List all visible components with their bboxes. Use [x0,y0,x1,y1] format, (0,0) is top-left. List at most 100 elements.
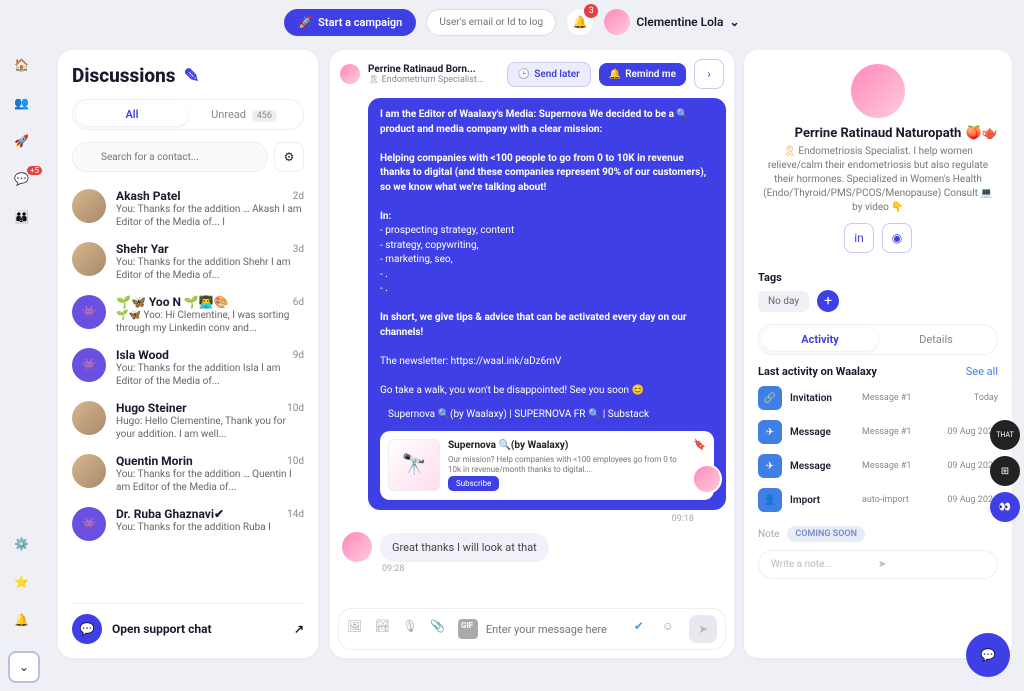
emoji-icon[interactable]: ☺ [662,619,682,639]
compose-icon[interactable]: ✎ [184,64,200,87]
remind-me-button[interactable]: 🔔 Remind me [599,63,686,86]
tab-activity[interactable]: Activity [762,328,878,351]
avatar: 👾 [72,348,106,382]
chevron-down-icon: ⌄ [729,15,739,29]
message-out: I am the Editor of Waalaxy's Media: Supe… [368,98,726,510]
activity-msg: Message #1 [862,461,939,471]
attach-icon[interactable]: 📎 [430,619,450,639]
conv-snippet: You: Thanks for the addition … Quentin I… [116,468,304,493]
tag-chip[interactable]: No day [758,291,809,312]
filter-button[interactable]: ⚙ [274,142,304,172]
alien-icon: 👾 [82,305,97,319]
top-search-input[interactable] [426,9,556,36]
send-later-button[interactable]: 🕒 Send later [507,62,591,87]
chat-icon: 💬 [981,648,996,662]
gif-icon[interactable]: GIF [458,619,478,639]
conv-name: 🌱🦋 Yoo N 🌱👨‍💻🎨 [116,295,229,309]
conv-snippet: You: Thanks for the addition Ruba I [116,521,304,534]
nav-home-icon[interactable]: 🏠 [14,58,34,78]
dock-eyes-icon[interactable]: 👀 [990,492,1020,522]
conv-time: 2d [293,191,304,202]
avatar [72,242,106,276]
conv-name: Hugo Steiner [116,401,187,415]
send-button[interactable]: ➤ [689,615,717,643]
link-card-desc: Our mission? Help companies with <100 em… [448,455,686,474]
activity-type: Message [790,461,854,472]
conversation-item[interactable]: Quentin Morin 10dYou: Thanks for the addi… [72,447,304,500]
link-card[interactable]: 🔭 Supernova 🔍(by Waalaxy) Our mission? H… [380,431,714,500]
see-all-link[interactable]: See all [966,365,998,378]
discussions-heading: Discussions ✎ [72,64,304,87]
tab-all[interactable]: All [76,103,188,126]
message-composer: 🖼 🏞 🎙 📎 GIF ✔ ☺ ➤ [338,608,726,650]
nav-star-icon[interactable]: ⭐ [14,575,34,595]
avatar: 👾 [72,507,106,541]
activity-type: Import [790,495,854,506]
start-campaign-button[interactable]: 🚀 Start a campaign [284,9,416,36]
notification-badge: 3 [584,4,598,18]
activity-msg: Message #1 [862,427,939,437]
nav-alerts-icon[interactable]: 🔔 [14,613,34,633]
activity-date: Today [974,393,998,403]
conv-name: Akash Patel [116,189,181,203]
instagram-button[interactable]: ◉ [882,223,912,253]
nav-messages-icon[interactable]: 💬+5 [14,172,34,192]
profile-description: 🎗 Endometriosis Specialist. I help women… [758,145,998,215]
mic-icon[interactable]: 🎙 [403,619,423,639]
nav-people-icon[interactable]: 👥 [14,96,34,116]
conv-name: Quentin Morin [116,454,193,468]
tags-heading: Tags [758,271,998,284]
nav-rocket-icon[interactable]: 🚀 [14,134,34,154]
avatar [72,454,106,488]
note-placeholder: Write a note... [771,559,878,570]
conversation-item[interactable]: Akash Patel2dYou: Thanks for the additio… [72,182,304,235]
alien-icon: 👾 [82,517,97,531]
clock-icon: 🕒 [518,69,530,80]
sliders-icon: ⚙ [284,150,295,164]
search-contact-input[interactable] [72,142,268,172]
conversation-item[interactable]: 👾Isla Wood9dYou: Thanks for the addition… [72,341,304,394]
activity-row: 👤Importauto-import09 Aug 2024 [758,488,998,512]
notifications-button[interactable]: 🔔 3 [566,8,594,36]
message-in-time: 09:28 [382,564,726,574]
activity-row: ✈MessageMessage #109 Aug 2024 [758,454,998,478]
linkedin-icon: in [854,231,864,245]
activity-row: ✈MessageMessage #109 Aug 2024 [758,420,998,444]
image-icon[interactable]: 🏞 [375,619,395,639]
nav-team-icon[interactable]: 👪 [14,210,34,230]
add-tag-button[interactable]: + [817,290,839,312]
message-out-time: 09:18 [338,514,694,524]
tab-details[interactable]: Details [878,328,994,351]
tab-unread[interactable]: Unread 456 [188,103,300,126]
subscribe-button[interactable]: Subscribe [448,476,499,491]
nav-settings-icon[interactable]: ⚙️ [14,537,34,557]
linkedin-button[interactable]: in [844,223,874,253]
conv-time: 10d [287,456,304,467]
activity-icon: ✈ [758,454,782,478]
start-campaign-label: Start a campaign [318,16,402,29]
template-icon[interactable]: 🖼 [347,619,367,639]
conversation-item[interactable]: 👾Dr. Ruba Ghaznavi✔14dYou: Thanks for th… [72,500,304,548]
activity-icon: ✈ [758,420,782,444]
intercom-fab[interactable]: 💬 [966,633,1010,677]
dock-grid-icon[interactable]: ⊞ [990,456,1020,486]
note-input[interactable]: Write a note... ➤ [758,550,998,579]
activity-row: 🔗InvitationMessage #1Today [758,386,998,410]
conv-name: Dr. Ruba Ghaznavi✔ [116,507,224,521]
user-menu[interactable]: Clementine Lola ⌄ [604,9,739,35]
collapse-sidebar-button[interactable]: ⌄ [8,651,40,683]
check-icon[interactable]: ✔ [634,619,654,639]
open-support-chat[interactable]: 💬 Open support chat ↗ [72,603,304,644]
dock-that[interactable]: THAT [990,420,1020,450]
activity-msg: Message #1 [862,393,966,403]
profile-emoji: 🍑🫖 [966,126,998,141]
chat-contact-name: Perrine Ratinaud Born... [368,64,499,75]
expand-button[interactable]: › [694,59,724,89]
conversation-item[interactable]: Shehr Yar3dYou: Thanks for the addition … [72,235,304,288]
activity-heading: Last activity on Waalaxy [758,365,877,378]
message-input[interactable] [486,623,626,636]
conv-snippet: You: Thanks for the addition Shehr I am … [116,256,304,281]
conversation-item[interactable]: Hugo Steiner10dHugo: Hello Clementine, T… [72,394,304,447]
conversation-item[interactable]: 👾🌱🦋 Yoo N 🌱👨‍💻🎨6d🌱🦋 Yoo: Hi Clementine, … [72,288,304,341]
rocket-icon: 🚀 [298,16,312,29]
